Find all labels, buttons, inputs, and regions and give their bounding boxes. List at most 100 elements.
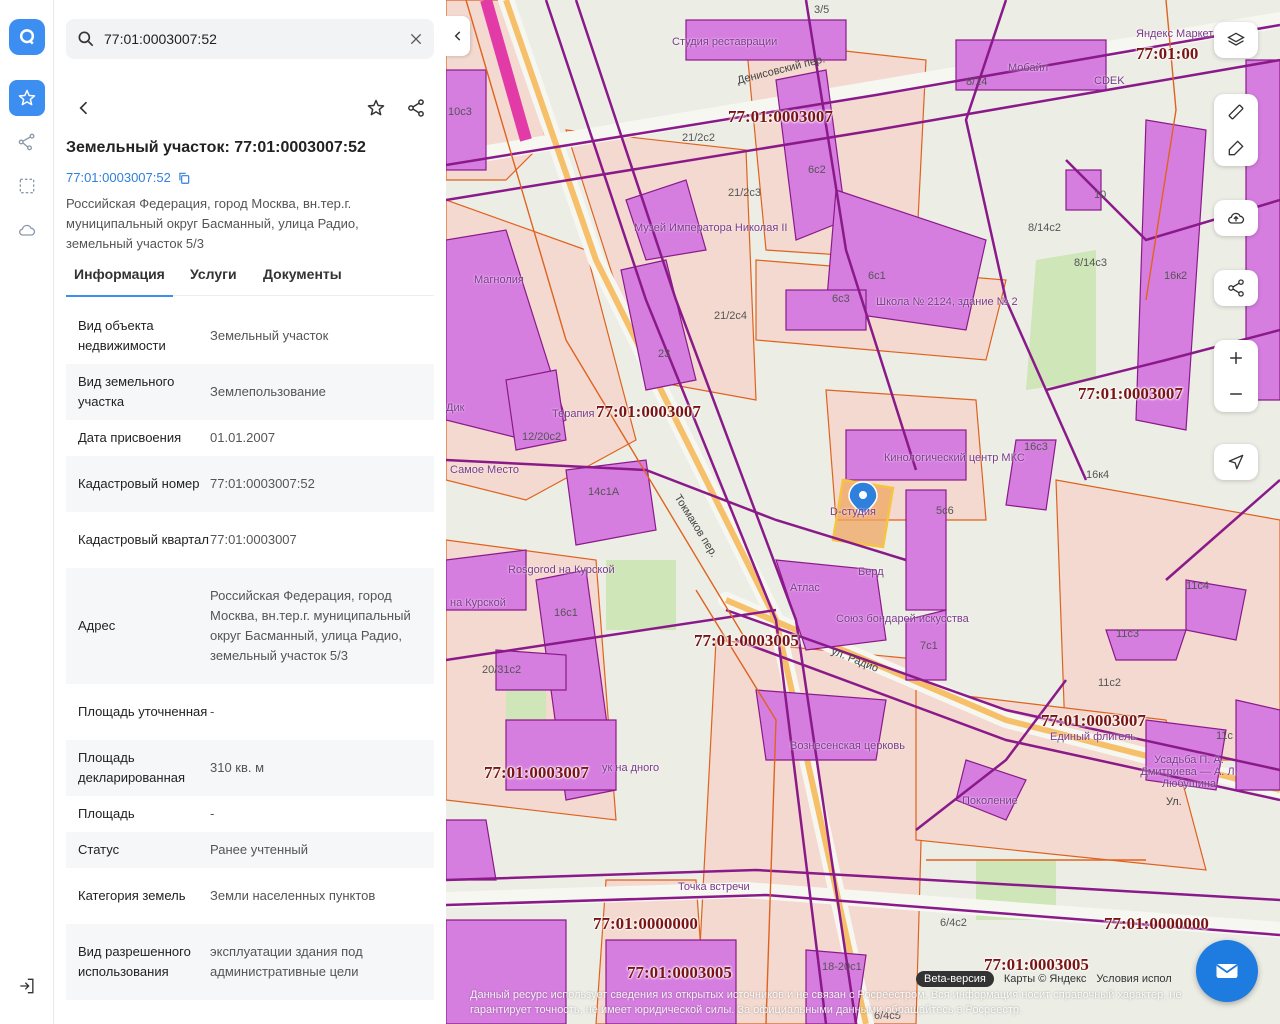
copy-icon[interactable] [177,171,191,185]
row-value: 310 кв. м [210,760,265,775]
row-value: эксплуатации здания под административные… [210,944,363,979]
poi-label[interactable]: Студия реставрации [672,36,777,48]
zoom-in-button[interactable] [1214,340,1258,376]
poi-label[interactable]: Дик [446,402,464,414]
tabs: Информация Услуги Документы [66,262,434,297]
row-value: Земельный участок [210,328,329,343]
favorites-button[interactable] [9,80,45,116]
row-value: - [210,704,215,719]
quarter-label: 77:01:0003005 [627,963,732,982]
poi-label[interactable]: Поколение [962,795,1018,807]
table-row: Вид объекта недвижимости Земельный участо… [66,308,434,364]
poi-label[interactable]: Мобайл [1008,62,1048,74]
building-label: 8/14с3 [1074,257,1108,269]
navigation-arrow-icon [1228,454,1244,470]
poi-label[interactable]: Вознесенская церковь [790,740,905,752]
quarter-label: 77:01:0003007 [1078,384,1183,403]
quarter-label: 77:01:0003005 [694,631,799,650]
poi-label[interactable]: Атлас [790,582,820,594]
cadastral-number-link[interactable]: 77:01:0003007:52 [66,170,191,185]
terms-link[interactable]: Условия испол [1096,973,1171,985]
building-label: 8/14 [966,76,988,88]
cadastral-number-text[interactable]: 77:01:0003007:52 [66,170,171,185]
logout-button[interactable] [9,968,45,1004]
map-view[interactable]: 77:01:0003007 77:01:0003007 77:01:000300… [446,0,1280,1024]
edit-button[interactable] [1214,130,1258,166]
tab-documents[interactable]: Документы [263,266,342,296]
geolocation-button[interactable] [1214,444,1258,480]
building-label: 21/2с3 [728,187,762,199]
building-label: 18-20с1 [822,961,862,973]
maps-copyright[interactable]: Карты © Яндекс [1004,973,1087,985]
star-icon [18,89,36,106]
left-rail [0,0,54,1024]
feedback-mail-button[interactable] [1196,940,1258,1002]
map-attribution: Beta-версия Карты © Яндекс Условия испол [916,970,1172,988]
poi-label[interactable]: Самое Место [450,464,519,476]
cloud-upload-icon [1228,212,1245,224]
poi-label[interactable]: Rosgorod на Курской [508,564,615,576]
back-button[interactable] [68,92,100,124]
app-logo[interactable] [9,19,45,55]
upload-button[interactable] [1214,200,1258,236]
search-box [66,19,434,59]
layers-button[interactable] [1214,22,1258,58]
building-label: 10 [1094,189,1107,201]
layers-control[interactable] [1214,22,1258,58]
poi-label[interactable]: Единый флигель [1050,731,1136,743]
row-key: Вид разрешенного использования [78,944,191,979]
share-button[interactable] [400,92,432,124]
row-value: - [210,806,215,821]
poi-label[interactable]: Терапия [552,408,595,420]
area-select-button[interactable] [9,168,45,204]
poi-label[interactable]: Берд [858,566,884,578]
side-panel: Земельный участок: 77:01:0003007:52 77:0… [54,0,446,1024]
poi-label[interactable]: Музей Императора Николая II [634,222,787,234]
street-label: Ул. [1166,796,1182,808]
route-button[interactable] [9,124,45,160]
row-key: Категория земель [78,888,186,903]
ruler-button[interactable] [1214,94,1258,130]
poi-label[interactable]: Кинологический центр МКС [884,452,1025,464]
building-label: 16к4 [1086,469,1110,481]
poi-label[interactable]: Союз бондарей искусства [836,613,969,625]
route-icon [18,133,35,151]
object-title: Земельный участок: 77:01:0003007:52 [66,139,366,156]
map-share-button[interactable] [1214,270,1258,306]
poi-label[interactable]: Усадьба П. А. Дмитриева — А. Л. Любушина [1134,754,1244,790]
poi-label[interactable]: ук на дного [602,762,659,774]
search-input[interactable] [104,19,394,59]
table-row: Категория земель Земли населенных пунктов [66,868,434,924]
building-label: 14с1А [588,486,620,498]
zoom-out-button[interactable] [1214,376,1258,412]
cloud-icon [19,224,36,236]
table-row: Адрес Российская Федерация, город Москва,… [66,568,434,684]
search-icon [78,31,94,47]
poi-label[interactable]: CDEK [1094,75,1125,87]
row-value: Землепользование [210,384,326,399]
building-label: 11с3 [1116,628,1140,640]
plus-icon [1230,352,1242,364]
quarter-label: 77:01:0000000 [1104,914,1209,933]
poi-label[interactable]: Магнолия [474,274,524,286]
tab-information[interactable]: Информация [66,266,173,297]
minus-icon [1230,393,1242,395]
table-row: Статус Ранее учтенный [66,832,434,868]
favorite-button[interactable] [360,92,392,124]
cloud-button[interactable] [9,212,45,248]
tools-control [1214,94,1258,166]
poi-label[interactable]: Яндекс Маркет [1136,28,1213,40]
table-row: Вид разрешенного использования эксплуатац… [66,924,434,1000]
poi-label[interactable]: Школа № 2124, здание № 2 [876,296,1018,308]
poi-label[interactable]: на Курской [450,597,506,609]
close-icon[interactable] [408,31,424,47]
row-key: Адрес [78,618,116,633]
collapse-panel-button[interactable] [446,16,470,56]
exit-icon [20,978,34,994]
upload-control [1214,200,1258,236]
poi-label[interactable]: Точка встречи [678,881,750,893]
chevron-left-icon [454,31,461,41]
poi-label[interactable]: D-студия [830,506,876,518]
tab-services[interactable]: Услуги [190,266,237,296]
table-row: Дата присвоения 01.01.2007 [66,420,434,456]
